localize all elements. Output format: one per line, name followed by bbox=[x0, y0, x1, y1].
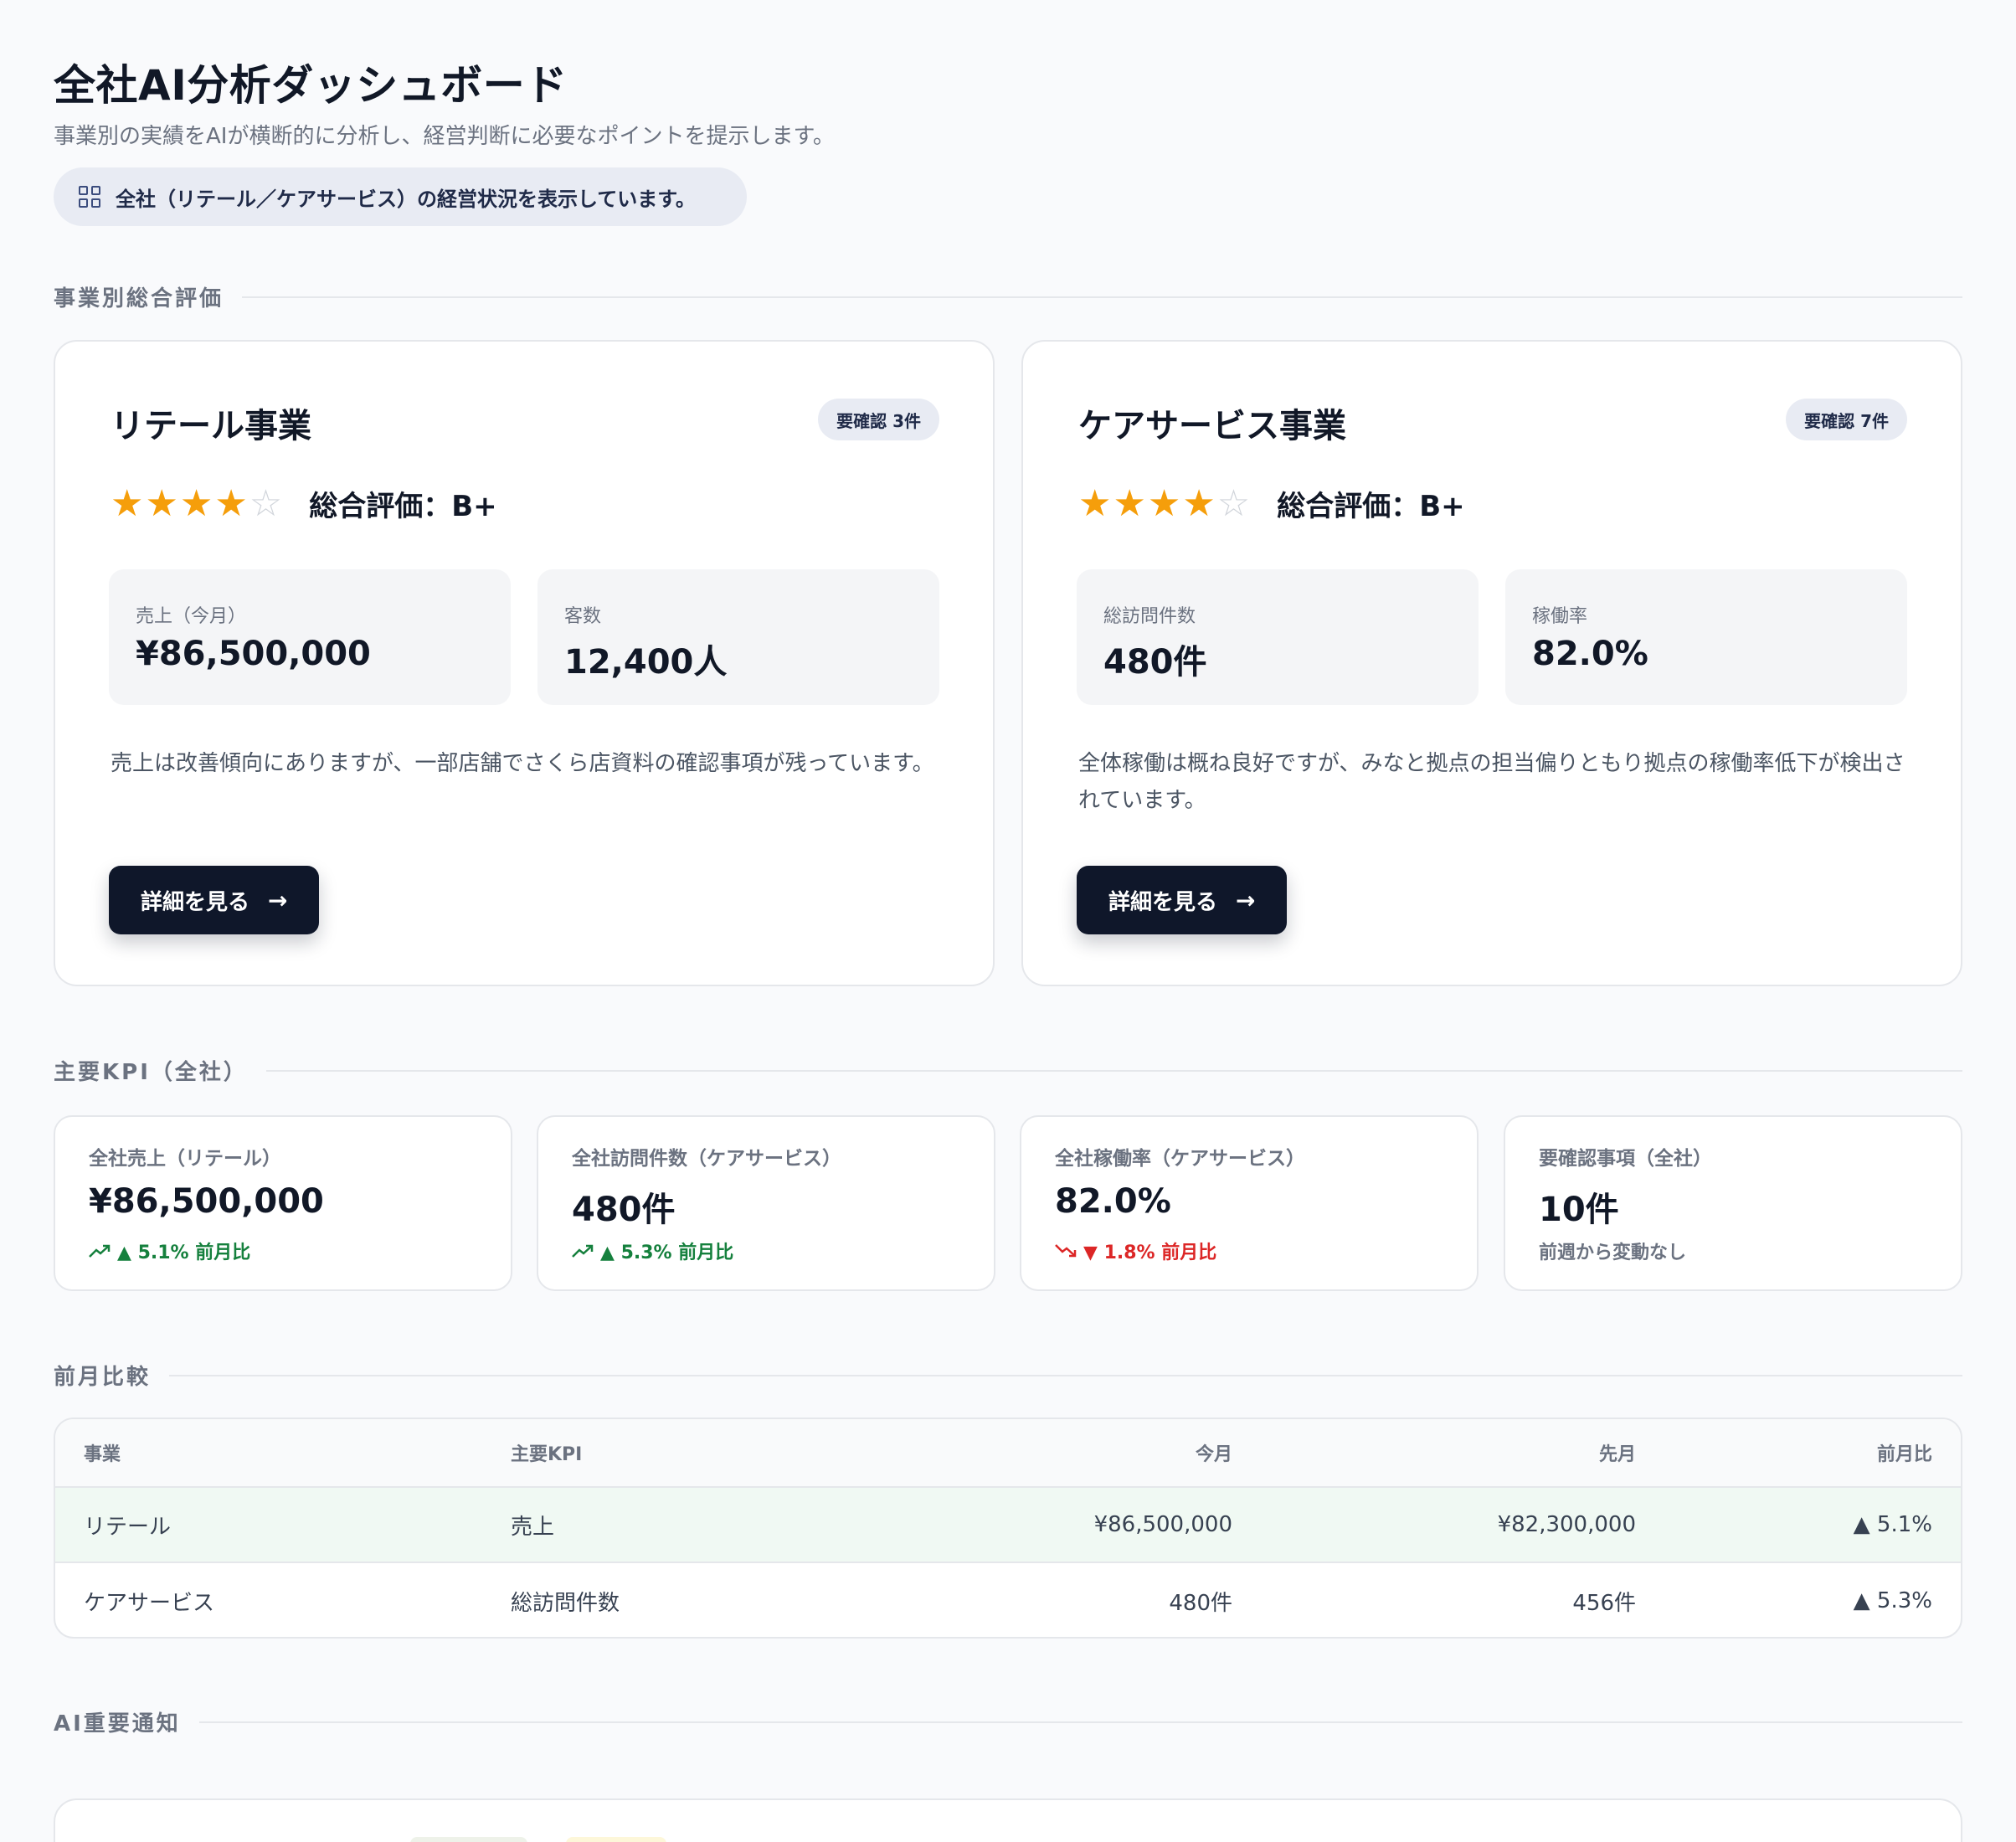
metric-value: 12,400人 bbox=[564, 643, 728, 682]
dashboard-page: 全社AI分析ダッシュボード 事業別の実績をAIが横断的に分析し、経営判断に必要な… bbox=[0, 0, 2016, 1842]
page-title: 全社AI分析ダッシュボード bbox=[54, 61, 568, 110]
metric-value: ¥86,500,000 bbox=[136, 635, 371, 673]
column-header: 事業 bbox=[84, 1444, 121, 1465]
kpi-label: 要確認事項（全社） bbox=[1539, 1148, 1712, 1170]
kpi-value: 10件 bbox=[1539, 1191, 1619, 1229]
kpi-change-text: 前週から変動なし bbox=[1539, 1243, 1687, 1263]
arrow-right-icon: → bbox=[268, 886, 288, 914]
business-description: 全体稼働は概ね良好ですが、みなと拠点の担当偏りともり拠点の稼働率低下が検出されて… bbox=[1078, 751, 1905, 813]
table-cell: 売上 bbox=[511, 1514, 555, 1540]
overall-grade: 総合評価：B+ bbox=[1277, 490, 1465, 523]
section-ai-notice: AI重要通知 bbox=[54, 1706, 1962, 1737]
review-badge[interactable]: 要確認 7件 bbox=[1786, 399, 1907, 440]
section-business-eval: 事業別総合評価 bbox=[54, 281, 1962, 312]
kpi-card: 要確認事項（全社） 10件 前週から変動なし bbox=[1504, 1115, 1962, 1291]
kpi-change: ▲ 5.1% 前月比 bbox=[89, 1237, 250, 1264]
column-header: 先月 bbox=[1598, 1444, 1636, 1465]
table-cell: リテール bbox=[84, 1514, 172, 1540]
trend-up-icon bbox=[572, 1244, 594, 1258]
metric-box: 総訪問件数 480件 bbox=[1077, 569, 1479, 705]
section-comparison-label: 前月比較 bbox=[54, 1365, 152, 1390]
table-cell: ケアサービス bbox=[84, 1590, 215, 1616]
metric-label: 客数 bbox=[564, 606, 602, 627]
section-comparison: 前月比較 bbox=[54, 1360, 1962, 1391]
kpi-change-text: ▼ 1.8% 前月比 bbox=[1083, 1243, 1217, 1263]
table-cell: ¥82,300,000 bbox=[1497, 1512, 1636, 1537]
section-kpi-label: 主要KPI（全社） bbox=[54, 1060, 248, 1085]
kpi-label: 全社訪問件数（ケアサービス） bbox=[572, 1148, 841, 1170]
view-details-button[interactable]: 詳細を見る → bbox=[1077, 866, 1288, 934]
page-subtitle: 事業別の実績をAIが横断的に分析し、経営判断に必要なポイントを提示します。 bbox=[54, 124, 835, 149]
table-row[interactable]: ケアサービス 総訪問件数 480件 456件 ▲ 5.3% bbox=[55, 1563, 1961, 1637]
table-cell: ▲ 5.3% bbox=[1853, 1588, 1932, 1613]
column-header: 今月 bbox=[1195, 1444, 1232, 1465]
section-ai-notice-label: AI重要通知 bbox=[54, 1711, 181, 1737]
rating: ★★★★☆ 総合評価：B+ bbox=[111, 482, 497, 525]
metric-label: 稼働率 bbox=[1532, 606, 1588, 627]
kpi-card: 全社訪問件数（ケアサービス） 480件 ▲ 5.3% 前月比 bbox=[537, 1115, 995, 1291]
arrow-right-icon: → bbox=[1236, 886, 1256, 914]
star-rating-icon: ★★★★☆ bbox=[111, 482, 285, 525]
table-cell: ¥86,500,000 bbox=[1093, 1512, 1232, 1537]
table-cell: ▲ 5.1% bbox=[1853, 1512, 1932, 1537]
trend-up-icon bbox=[89, 1244, 111, 1258]
kpi-change-text: ▲ 5.3% 前月比 bbox=[600, 1243, 734, 1263]
kpi-label: 全社売上（リテール） bbox=[89, 1148, 281, 1170]
metric-box: 客数 12,400人 bbox=[537, 569, 939, 705]
kpi-label: 全社稼働率（ケアサービス） bbox=[1055, 1148, 1305, 1170]
metric-value: 480件 bbox=[1103, 643, 1207, 682]
business-card-care: ケアサービス事業 要確認 7件 ★★★★☆ 総合評価：B+ 総訪問件数 480件… bbox=[1021, 340, 1962, 986]
table-cell: 456件 bbox=[1572, 1590, 1636, 1616]
kpi-change-text: ▲ 5.1% 前月比 bbox=[117, 1243, 251, 1263]
ai-notice-card bbox=[54, 1798, 1962, 1842]
section-kpi: 主要KPI（全社） bbox=[54, 1055, 1962, 1086]
table-cell: 480件 bbox=[1169, 1590, 1232, 1616]
notice-tag bbox=[410, 1837, 527, 1842]
view-details-label: 詳細を見る bbox=[1108, 889, 1218, 915]
view-details-button[interactable]: 詳細を見る → bbox=[109, 866, 320, 934]
kpi-change: 前週から変動なし bbox=[1539, 1237, 1686, 1264]
table-row[interactable]: リテール 売上 ¥86,500,000 ¥82,300,000 ▲ 5.1% bbox=[55, 1488, 1961, 1563]
kpi-value: 480件 bbox=[572, 1191, 676, 1229]
column-header: 前月比 bbox=[1876, 1444, 1932, 1465]
kpi-change: ▲ 5.3% 前月比 bbox=[572, 1237, 733, 1264]
scope-text: 全社（リテール／ケアサービス）の経営状況を表示しています。 bbox=[116, 187, 696, 211]
business-name: ケアサービス事業 bbox=[1078, 407, 1346, 445]
trend-down-icon bbox=[1055, 1244, 1077, 1258]
metric-box: 売上（今月） ¥86,500,000 bbox=[109, 569, 511, 705]
metric-value: 82.0% bbox=[1532, 635, 1648, 673]
kpi-value: 82.0% bbox=[1055, 1182, 1171, 1221]
business-card-retail: リテール事業 要確認 3件 ★★★★☆ 総合評価：B+ 売上（今月） ¥86,5… bbox=[54, 340, 995, 986]
grid-icon bbox=[79, 186, 100, 208]
review-badge[interactable]: 要確認 3件 bbox=[818, 399, 939, 440]
kpi-card: 全社稼働率（ケアサービス） 82.0% ▼ 1.8% 前月比 bbox=[1020, 1115, 1479, 1291]
notice-tag bbox=[566, 1837, 666, 1842]
business-description: 売上は改善傾向にありますが、一部店舗でさくら店資料の確認事項が残っています。 bbox=[111, 751, 934, 776]
rating: ★★★★☆ 総合評価：B+ bbox=[1078, 482, 1465, 525]
section-business-eval-label: 事業別総合評価 bbox=[54, 286, 224, 311]
kpi-card: 全社売上（リテール） ¥86,500,000 ▲ 5.1% 前月比 bbox=[54, 1115, 512, 1291]
scope-banner: 全社（リテール／ケアサービス）の経営状況を表示しています。 bbox=[54, 167, 747, 226]
kpi-value: ¥86,500,000 bbox=[89, 1182, 324, 1221]
kpi-change: ▼ 1.8% 前月比 bbox=[1055, 1237, 1216, 1264]
comparison-table: 事業 主要KPI 今月 先月 前月比 リテール 売上 ¥86,500,000 ¥… bbox=[54, 1418, 1962, 1639]
column-header: 主要KPI bbox=[511, 1444, 583, 1465]
metric-box: 稼働率 82.0% bbox=[1505, 569, 1907, 705]
star-rating-icon: ★★★★☆ bbox=[1078, 482, 1252, 525]
view-details-label: 詳細を見る bbox=[141, 889, 250, 915]
table-cell: 総訪問件数 bbox=[511, 1590, 620, 1616]
overall-grade: 総合評価：B+ bbox=[309, 490, 497, 523]
metric-label: 総訪問件数 bbox=[1103, 606, 1196, 627]
business-name: リテール事業 bbox=[111, 407, 311, 445]
metric-label: 売上（今月） bbox=[136, 606, 247, 627]
table-header: 事業 主要KPI 今月 先月 前月比 bbox=[55, 1419, 1961, 1488]
